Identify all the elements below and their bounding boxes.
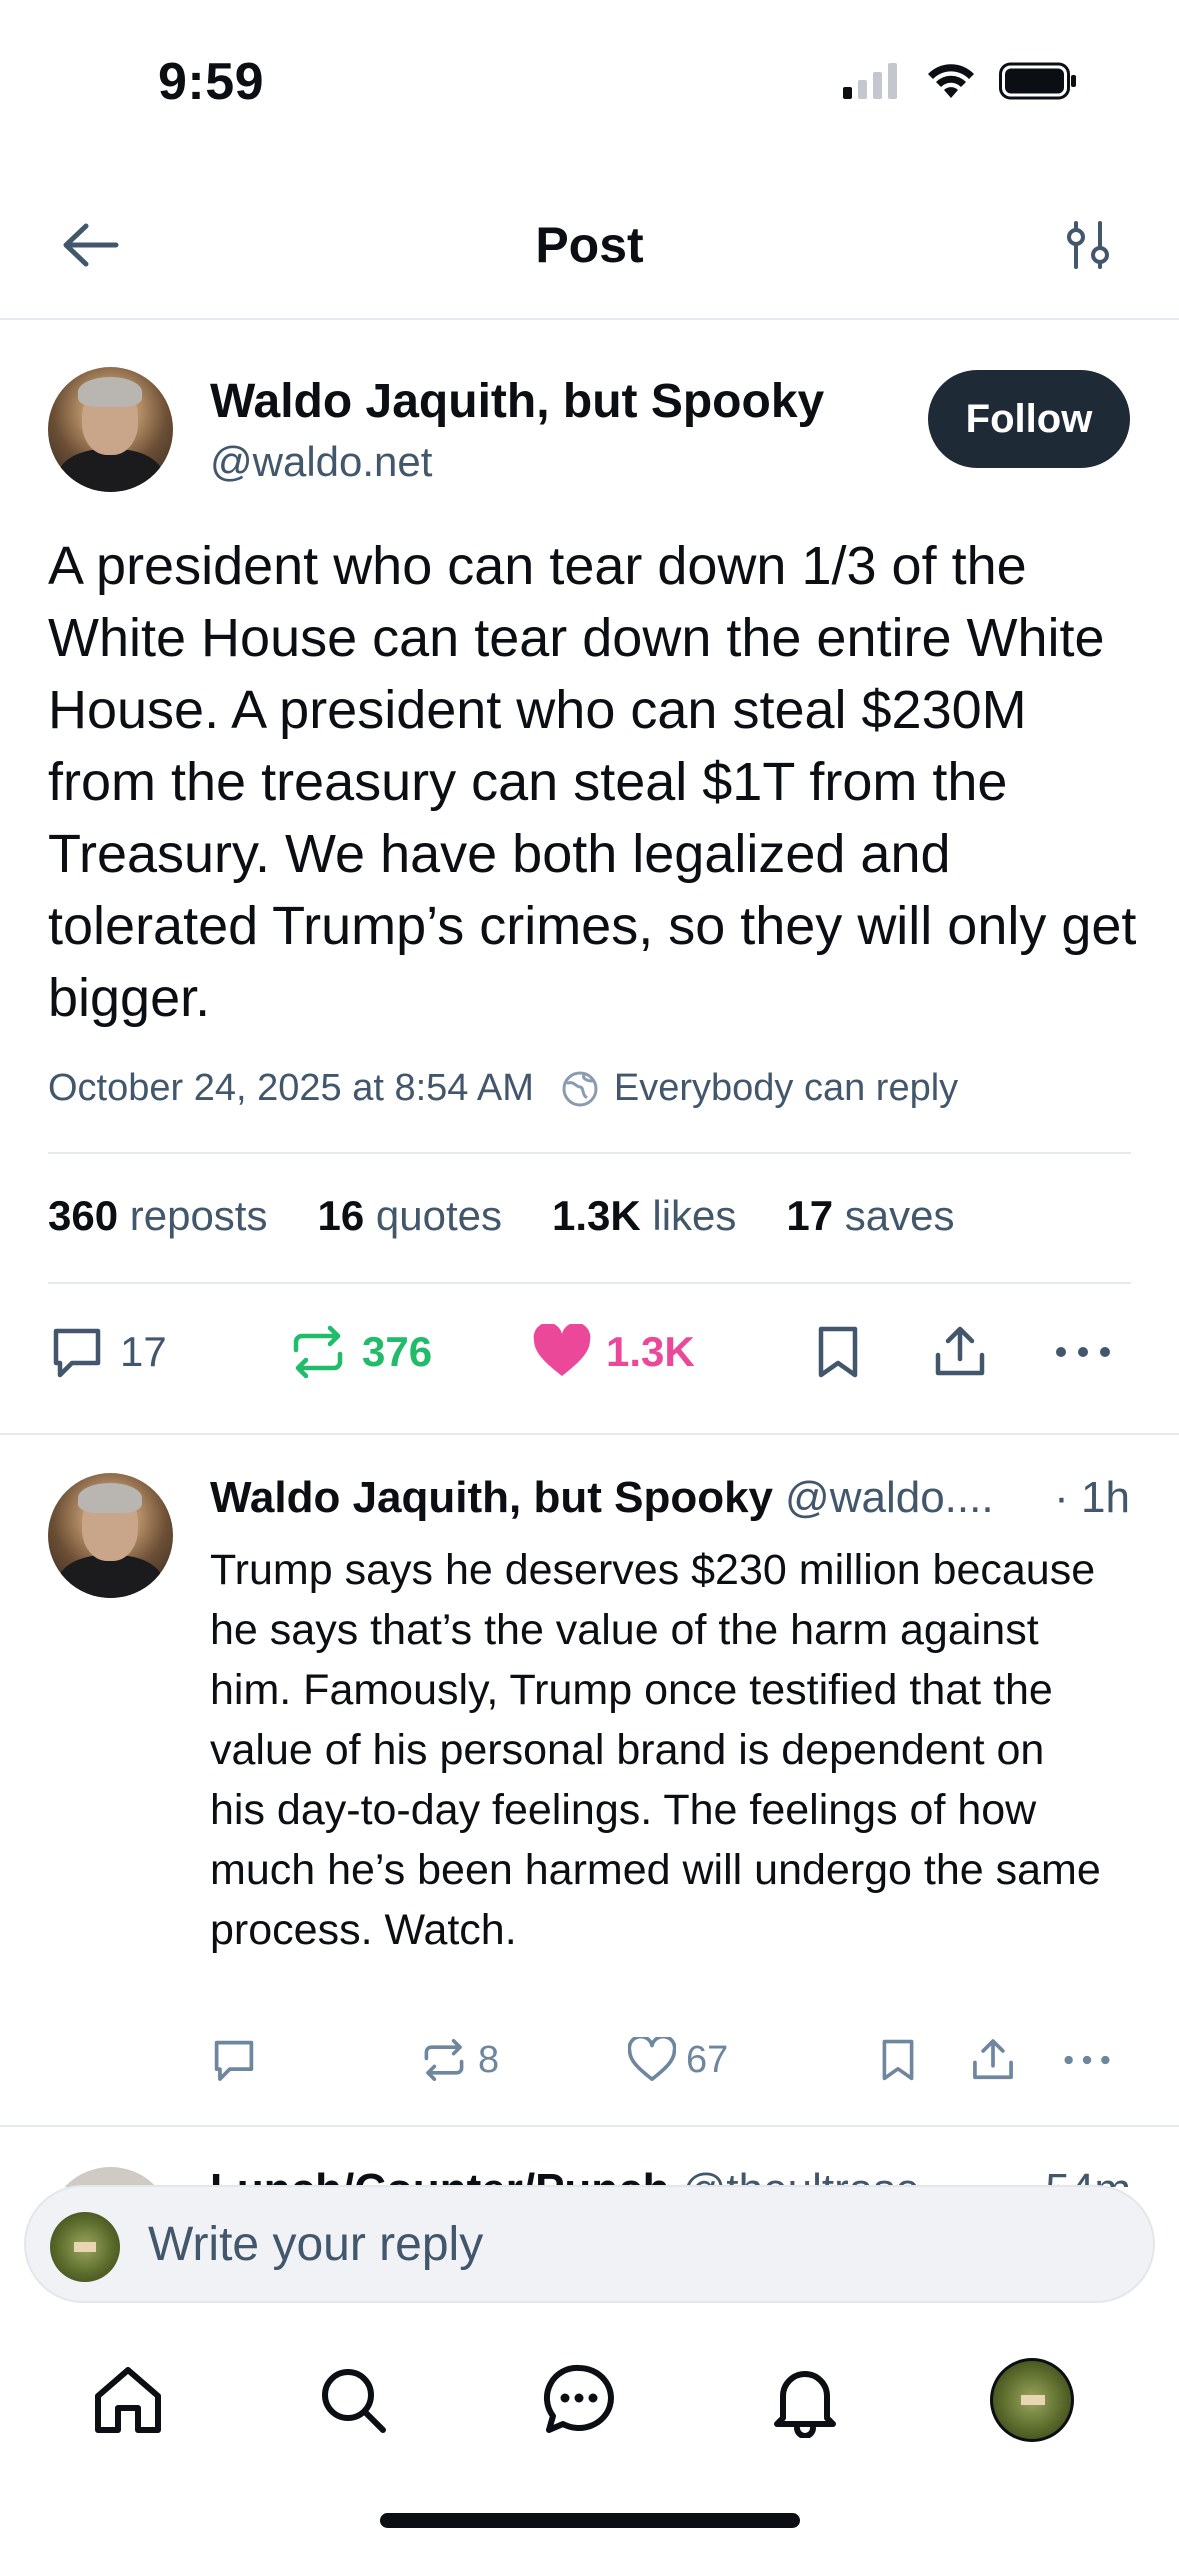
reply-reply-button[interactable] (210, 2030, 258, 2090)
next-reply-author-handle[interactable]: @theultrase... (682, 2165, 957, 2187)
repost-icon (293, 1325, 343, 1379)
status-time: 9:59 (158, 53, 265, 111)
divider (48, 1282, 1131, 1284)
nav-search[interactable] (308, 2355, 398, 2445)
author-avatar[interactable] (48, 367, 173, 492)
globe-icon (562, 1071, 598, 1106)
next-reply-author-name[interactable]: Lunch/Counter/Punch (210, 2165, 670, 2187)
reply-like-count: 67 (686, 2038, 729, 2081)
reply-author-name[interactable]: Waldo Jaquith, but Spooky (210, 1473, 773, 1523)
ellipsis-icon (1064, 2055, 1110, 2065)
search-icon (322, 2369, 386, 2433)
next-reply-header: Lunch/Counter/Punch @theultrase... (210, 2165, 956, 2187)
comment-icon (53, 1328, 101, 1378)
reply-author-avatar[interactable] (48, 1473, 173, 1598)
divider (48, 1152, 1131, 1154)
nav-profile[interactable] (987, 2355, 1077, 2445)
wifi-icon (928, 64, 974, 98)
reply-post[interactable]: Waldo Jaquith, but Spooky @waldo.... · 1… (0, 1435, 1179, 2125)
reply-more-options-button[interactable] (1062, 2030, 1112, 2090)
more-options-button[interactable] (1053, 1312, 1113, 1392)
reply-text: Trump says he deserves $230 million beca… (210, 1546, 1101, 1954)
post-actions: 17 376 1.3K (48, 1312, 1131, 1392)
page-title: Post (535, 217, 644, 273)
repost-icon (424, 2039, 464, 2081)
nav-messages[interactable] (534, 2355, 624, 2445)
reply-setting[interactable]: Everybody can reply (560, 1067, 958, 1110)
reply-bookmark-button[interactable] (878, 2030, 918, 2090)
cellular-signal-icon (843, 63, 897, 99)
heart-filled-icon (533, 1324, 591, 1376)
reply-composer[interactable]: Write your reply (24, 2185, 1155, 2303)
post-timestamp: October 24, 2025 at 8:54 AM (48, 1067, 534, 1109)
nav-notifications[interactable] (760, 2355, 850, 2445)
bookmark-icon (818, 1326, 858, 1378)
thread-settings-button[interactable] (1054, 210, 1124, 280)
share-icon (935, 1326, 985, 1376)
reply-like-button[interactable]: 67 (628, 2030, 728, 2090)
reply-time: · 1h (1054, 1473, 1130, 1522)
post-stats: 360 reposts 16 quotes 1.3K likes 17 save… (48, 1192, 955, 1240)
reply-author-handle[interactable]: @waldo.... (785, 1473, 994, 1523)
reply-count: 17 (120, 1328, 167, 1375)
reply-share-button[interactable] (970, 2030, 1016, 2090)
reply-input-placeholder[interactable]: Write your reply (148, 2217, 483, 2272)
status-icons (843, 62, 1079, 100)
likes-stat[interactable]: 1.3K likes (552, 1192, 736, 1240)
reply-header: Waldo Jaquith, but Spooky @waldo.... · 1… (210, 1473, 1130, 1523)
share-button[interactable] (932, 1312, 988, 1392)
reply-repost-count: 8 (478, 2038, 500, 2081)
share-icon (973, 2039, 1013, 2080)
bell-icon (774, 2371, 836, 2438)
next-reply-time: · 54m (1019, 2165, 1131, 2187)
repost-button[interactable]: 376 (288, 1312, 432, 1392)
author-handle[interactable]: @waldo.net (210, 438, 432, 486)
current-user-avatar (50, 2212, 120, 2282)
profile-avatar (990, 2358, 1074, 2442)
reply-button[interactable]: 17 (48, 1312, 167, 1392)
post-meta: October 24, 2025 at 8:54 AM Everybody ca… (48, 1067, 958, 1110)
home-icon (95, 2367, 161, 2433)
nav-home[interactable] (83, 2355, 173, 2445)
next-reply-avatar[interactable] (48, 2167, 173, 2187)
quotes-stat[interactable]: 16 quotes (317, 1192, 502, 1240)
sliders-icon (1067, 221, 1109, 269)
bookmark-icon (882, 2039, 914, 2081)
like-button[interactable]: 1.3K (532, 1312, 695, 1392)
next-reply-post[interactable]: Lunch/Counter/Punch @theultrase... · 54m (0, 2127, 1179, 2187)
post-text: A president who can tear down 1/3 of the… (48, 536, 1137, 1028)
reposts-stat[interactable]: 360 reposts (48, 1192, 267, 1240)
repost-count: 376 (362, 1328, 433, 1375)
status-bar: 9:59 (0, 0, 1179, 170)
bookmark-button[interactable] (813, 1312, 863, 1392)
reply-setting-label: Everybody can reply (613, 1067, 959, 1109)
bottom-navigation (0, 2335, 1179, 2465)
home-indicator[interactable] (380, 2513, 800, 2528)
reply-repost-button[interactable]: 8 (420, 2030, 499, 2090)
reply-actions: 8 67 (210, 2030, 1130, 2090)
like-count: 1.3K (606, 1328, 695, 1375)
follow-button[interactable]: Follow (928, 370, 1130, 468)
heart-icon (628, 2037, 676, 2081)
ellipsis-icon (1056, 1347, 1110, 1357)
comment-icon (214, 2040, 254, 2081)
post-header: Post (0, 170, 1179, 320)
saves-stat[interactable]: 17 saves (786, 1192, 954, 1240)
battery-icon (999, 62, 1076, 100)
author-name[interactable]: Waldo Jaquith, but Spooky (210, 374, 824, 429)
chat-icon (544, 2364, 614, 2433)
